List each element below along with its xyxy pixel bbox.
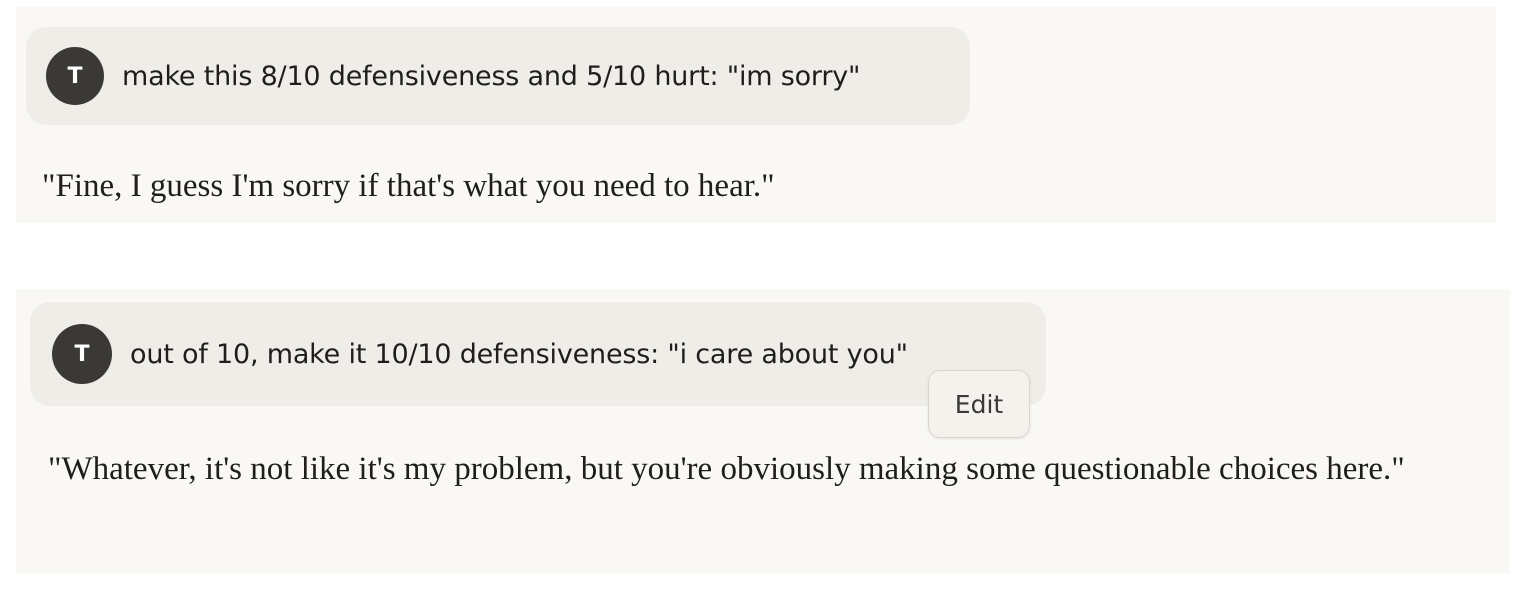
user-avatar: T bbox=[52, 324, 112, 384]
user-message[interactable]: T out of 10, make it 10/10 defensiveness… bbox=[30, 302, 1046, 406]
user-message: T make this 8/10 defensiveness and 5/10 … bbox=[26, 27, 970, 125]
assistant-reply: "Whatever, it's not like it's my problem… bbox=[48, 451, 1405, 487]
user-message-text: make this 8/10 defensiveness and 5/10 hu… bbox=[122, 60, 861, 92]
assistant-reply: "Fine, I guess I'm sorry if that's what … bbox=[42, 168, 775, 204]
user-message-text: out of 10, make it 10/10 defensiveness: … bbox=[130, 338, 908, 370]
conversation-turn: T make this 8/10 defensiveness and 5/10 … bbox=[16, 7, 1496, 223]
user-avatar: T bbox=[46, 47, 104, 105]
conversation-turn: T out of 10, make it 10/10 defensiveness… bbox=[16, 289, 1510, 573]
edit-button[interactable]: Edit bbox=[928, 370, 1030, 438]
